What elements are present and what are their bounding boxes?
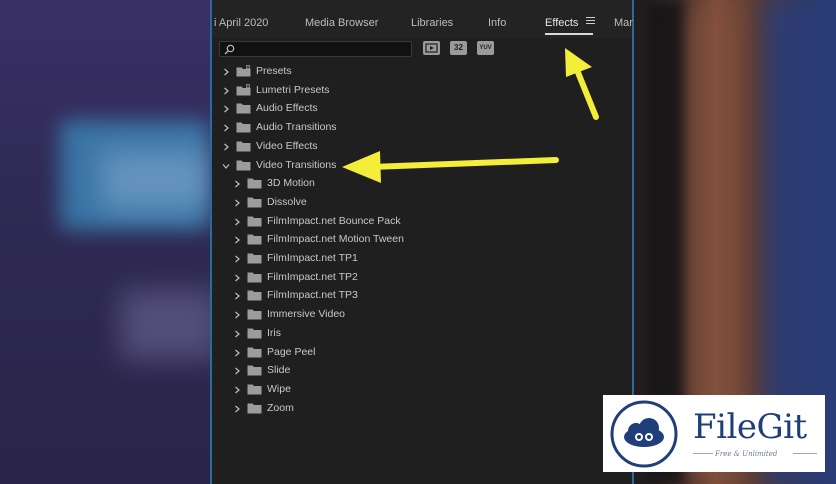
tree-item-label: FilmImpact.net Bounce Pack [267,214,401,227]
chevron-right-icon[interactable] [233,179,241,188]
tab-markers[interactable]: Mar [614,17,633,29]
tree-item-label: Video Transitions [256,158,337,171]
tree-item-label: Iris [267,326,281,339]
watermark-tagline: Free & Unlimited [715,450,778,458]
tree-item-label: Audio Effects [256,102,318,115]
chevron-right-icon[interactable] [222,142,230,151]
tab-project[interactable]: i April 2020 [214,17,268,29]
chevron-right-icon[interactable] [233,254,241,263]
chevron-down-icon[interactable] [222,161,230,169]
effects-search-input[interactable] [219,41,412,57]
folder-icon [247,196,262,208]
chevron-right-icon[interactable] [233,310,241,319]
tree-item-label: Wipe [267,382,291,395]
folder-icon [247,233,262,245]
folder-icon [236,159,251,171]
chevron-right-icon[interactable] [233,217,241,226]
tab-media-browser[interactable]: Media Browser [305,17,378,29]
folder-icon [236,140,251,152]
tree-item-label: Page Peel [267,345,316,358]
filegit-watermark: FileGit Free & Unlimited [603,395,825,472]
chevron-right-icon[interactable] [233,366,241,375]
folder-icon [247,346,262,358]
tree-item-label: Lumetri Presets [256,83,330,96]
tab-libraries[interactable]: Libraries [411,17,453,29]
yuv-icon[interactable]: YUV [477,41,494,55]
filegit-logo-icon [610,400,678,468]
folder-icon [247,402,262,414]
chevron-right-icon[interactable] [222,86,230,95]
folder-icon [247,364,262,376]
accelerated-effects-icon[interactable] [423,41,440,55]
folder-icon [247,383,262,395]
chevron-right-icon[interactable] [233,404,241,413]
tree-item-label: Slide [267,364,291,377]
folder-icon [247,271,262,283]
folder-icon [247,252,262,264]
preset-folder-icon [236,65,251,77]
folder-icon [247,177,262,189]
panel-menu-icon[interactable] [586,17,595,25]
chevron-right-icon[interactable] [233,273,241,282]
tree-item-label: FilmImpact.net TP3 [267,289,358,302]
tree-item-label: 3D Motion [267,177,315,190]
tree-item-label: FilmImpact.net Motion Tween [267,233,404,246]
search-icon [224,44,235,55]
chevron-right-icon[interactable] [233,235,241,244]
tree-item-label: Audio Transitions [256,121,337,134]
folder-icon [247,289,262,301]
tree-item-label: FilmImpact.net TP1 [267,252,358,264]
effects-panel: i April 2020 Media Browser Libraries Inf… [210,0,634,484]
chevron-right-icon[interactable] [233,385,241,394]
folder-icon [247,327,262,339]
chevron-right-icon[interactable] [222,104,230,113]
tree-item-label: Video Effects [256,139,318,152]
chevron-right-icon[interactable] [222,123,230,132]
tab-info[interactable]: Info [488,17,506,29]
chevron-right-icon[interactable] [222,67,230,76]
folder-icon [247,308,262,320]
panel-tab-bar: i April 2020 Media Browser Libraries Inf… [212,0,633,38]
chevron-right-icon[interactable] [233,198,241,207]
tree-item-label: Presets [256,65,292,77]
folder-icon [236,121,251,133]
active-tab-indicator [545,33,593,35]
blurred-background-left [0,0,210,484]
tree-item-label: Dissolve [267,195,307,208]
tree-item-label: FilmImpact.net TP2 [267,270,358,283]
preset-folder-icon [236,83,251,96]
folder-icon [247,215,262,227]
tree-item-label: Zoom [267,401,294,414]
chevron-right-icon[interactable] [233,291,241,300]
watermark-name: FileGit [693,407,807,447]
chevron-right-icon[interactable] [233,329,241,338]
tree-item-label: Immersive Video [267,308,346,321]
32-bit-icon[interactable]: 32 [450,41,467,55]
tab-effects[interactable]: Effects [545,17,578,29]
chevron-right-icon[interactable] [233,348,241,356]
folder-icon [236,102,251,114]
